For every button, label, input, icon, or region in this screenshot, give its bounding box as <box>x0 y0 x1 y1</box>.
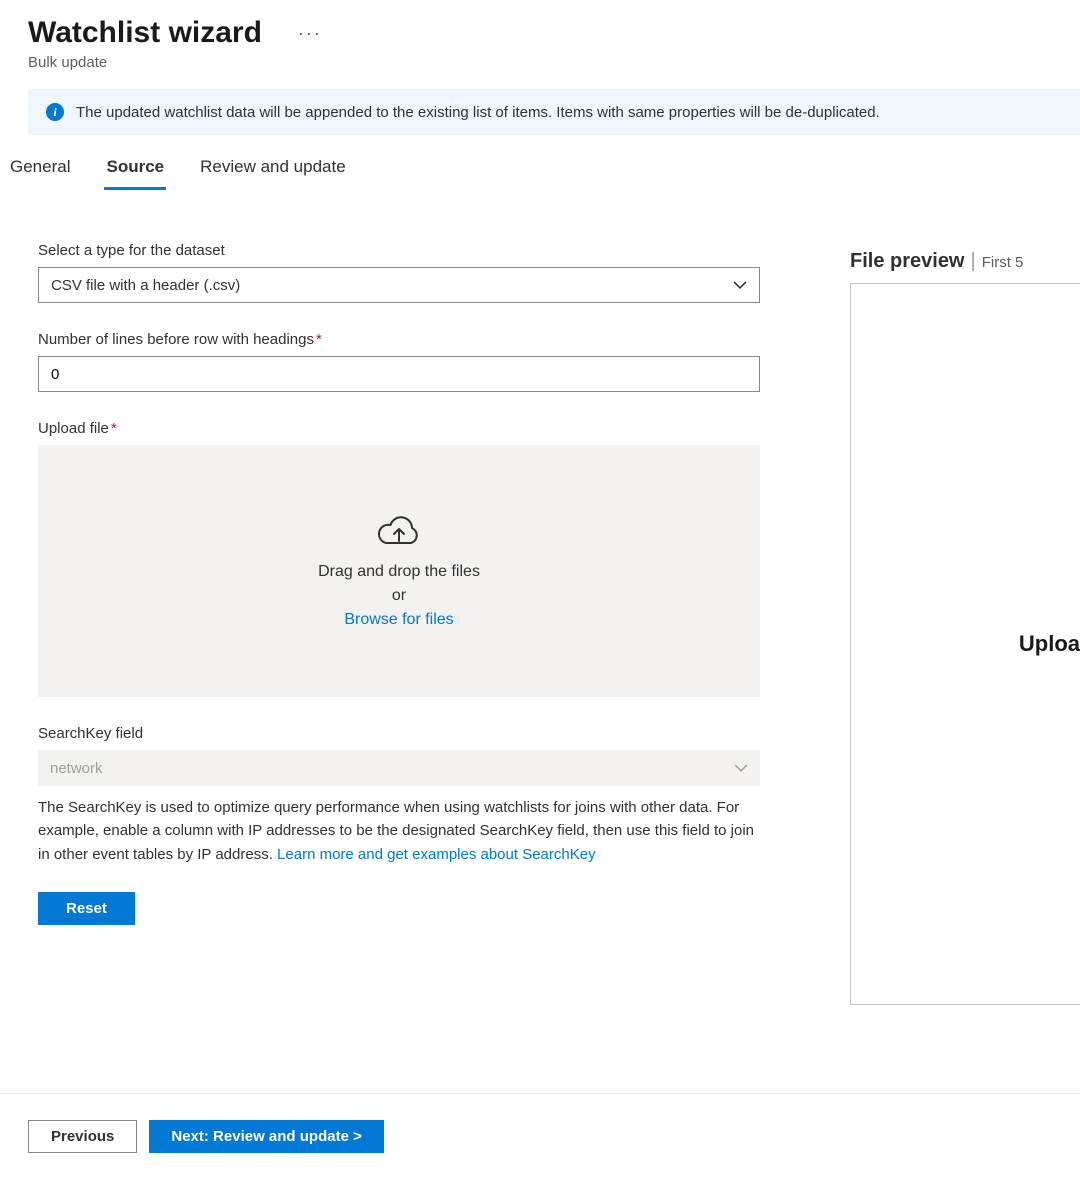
required-indicator: * <box>316 331 322 348</box>
file-preview-subtitle: First 5 <box>982 254 1024 271</box>
upload-or-text: or <box>392 587 406 605</box>
dataset-type-value: CSV file with a header (.csv) <box>51 277 240 294</box>
info-banner: i The updated watchlist data will be app… <box>28 89 1080 135</box>
page-subtitle: Bulk update <box>28 54 1052 71</box>
wizard-footer: Previous Next: Review and update > <box>0 1093 1080 1153</box>
tab-source[interactable]: Source <box>104 151 166 190</box>
upload-file-label: Upload file* <box>38 420 760 437</box>
browse-files-link[interactable]: Browse for files <box>344 611 453 629</box>
info-icon: i <box>46 103 64 121</box>
searchkey-learn-more-link[interactable]: Learn more and get examples about Search… <box>277 846 596 863</box>
chevron-down-icon <box>734 761 748 775</box>
cloud-upload-icon <box>376 513 422 549</box>
tab-general[interactable]: General <box>8 151 72 190</box>
lines-before-label: Number of lines before row with headings… <box>38 331 760 348</box>
searchkey-value: network <box>50 760 103 777</box>
more-actions-icon[interactable]: ··· <box>298 23 322 44</box>
tab-review[interactable]: Review and update <box>198 151 348 190</box>
next-button[interactable]: Next: Review and update > <box>149 1120 383 1153</box>
reset-button[interactable]: Reset <box>38 892 135 925</box>
upload-dropzone[interactable]: Drag and drop the files or Browse for fi… <box>38 445 760 697</box>
lines-before-input[interactable] <box>38 356 760 392</box>
info-banner-text: The updated watchlist data will be appen… <box>76 104 880 121</box>
page-title: Watchlist wizard <box>28 16 262 50</box>
dataset-type-select[interactable]: CSV file with a header (.csv) <box>38 267 760 303</box>
wizard-tabs: General Source Review and update <box>0 135 1080 190</box>
chevron-down-icon <box>733 278 747 292</box>
file-preview-heading: File preview | First 5 <box>850 250 1080 273</box>
previous-button[interactable]: Previous <box>28 1120 137 1153</box>
preview-placeholder-text: Uploa <box>1019 631 1080 657</box>
dataset-type-label: Select a type for the dataset <box>38 242 760 259</box>
searchkey-label: SearchKey field <box>38 725 760 742</box>
required-indicator: * <box>111 420 117 437</box>
searchkey-help-text: The SearchKey is used to optimize query … <box>38 796 760 866</box>
upload-drag-text: Drag and drop the files <box>318 563 480 581</box>
file-preview-box: Uploa <box>850 283 1080 1005</box>
searchkey-select: network <box>38 750 760 786</box>
